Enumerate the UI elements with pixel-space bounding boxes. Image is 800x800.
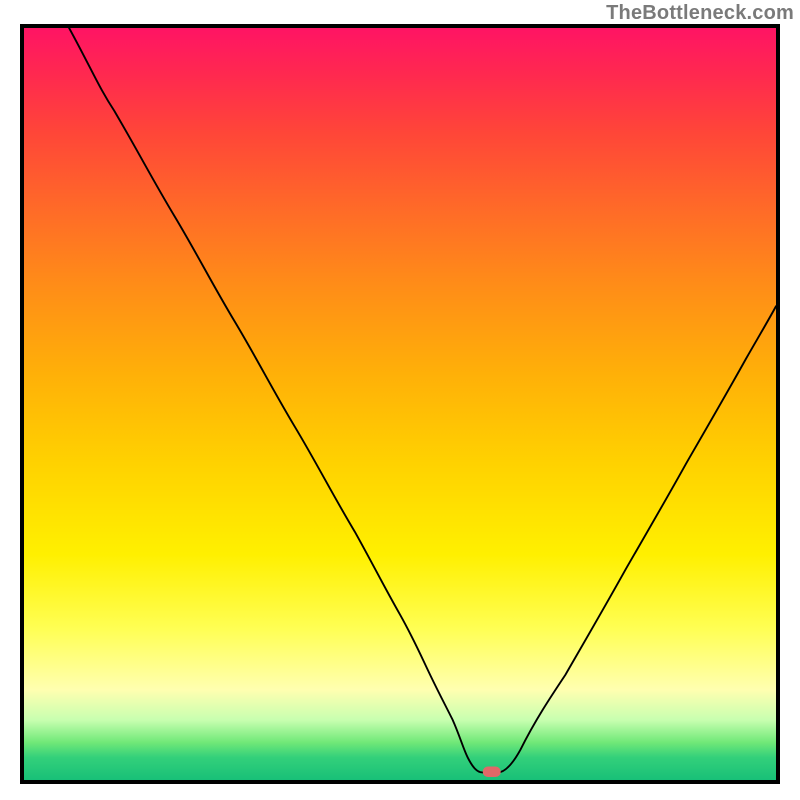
watermark-text: TheBottleneck.com xyxy=(606,2,794,25)
min-marker xyxy=(483,766,501,777)
bottleneck-curve xyxy=(69,28,776,772)
curve-layer xyxy=(24,28,776,780)
plot-frame xyxy=(20,24,780,784)
chart-container: TheBottleneck.com xyxy=(0,0,800,800)
